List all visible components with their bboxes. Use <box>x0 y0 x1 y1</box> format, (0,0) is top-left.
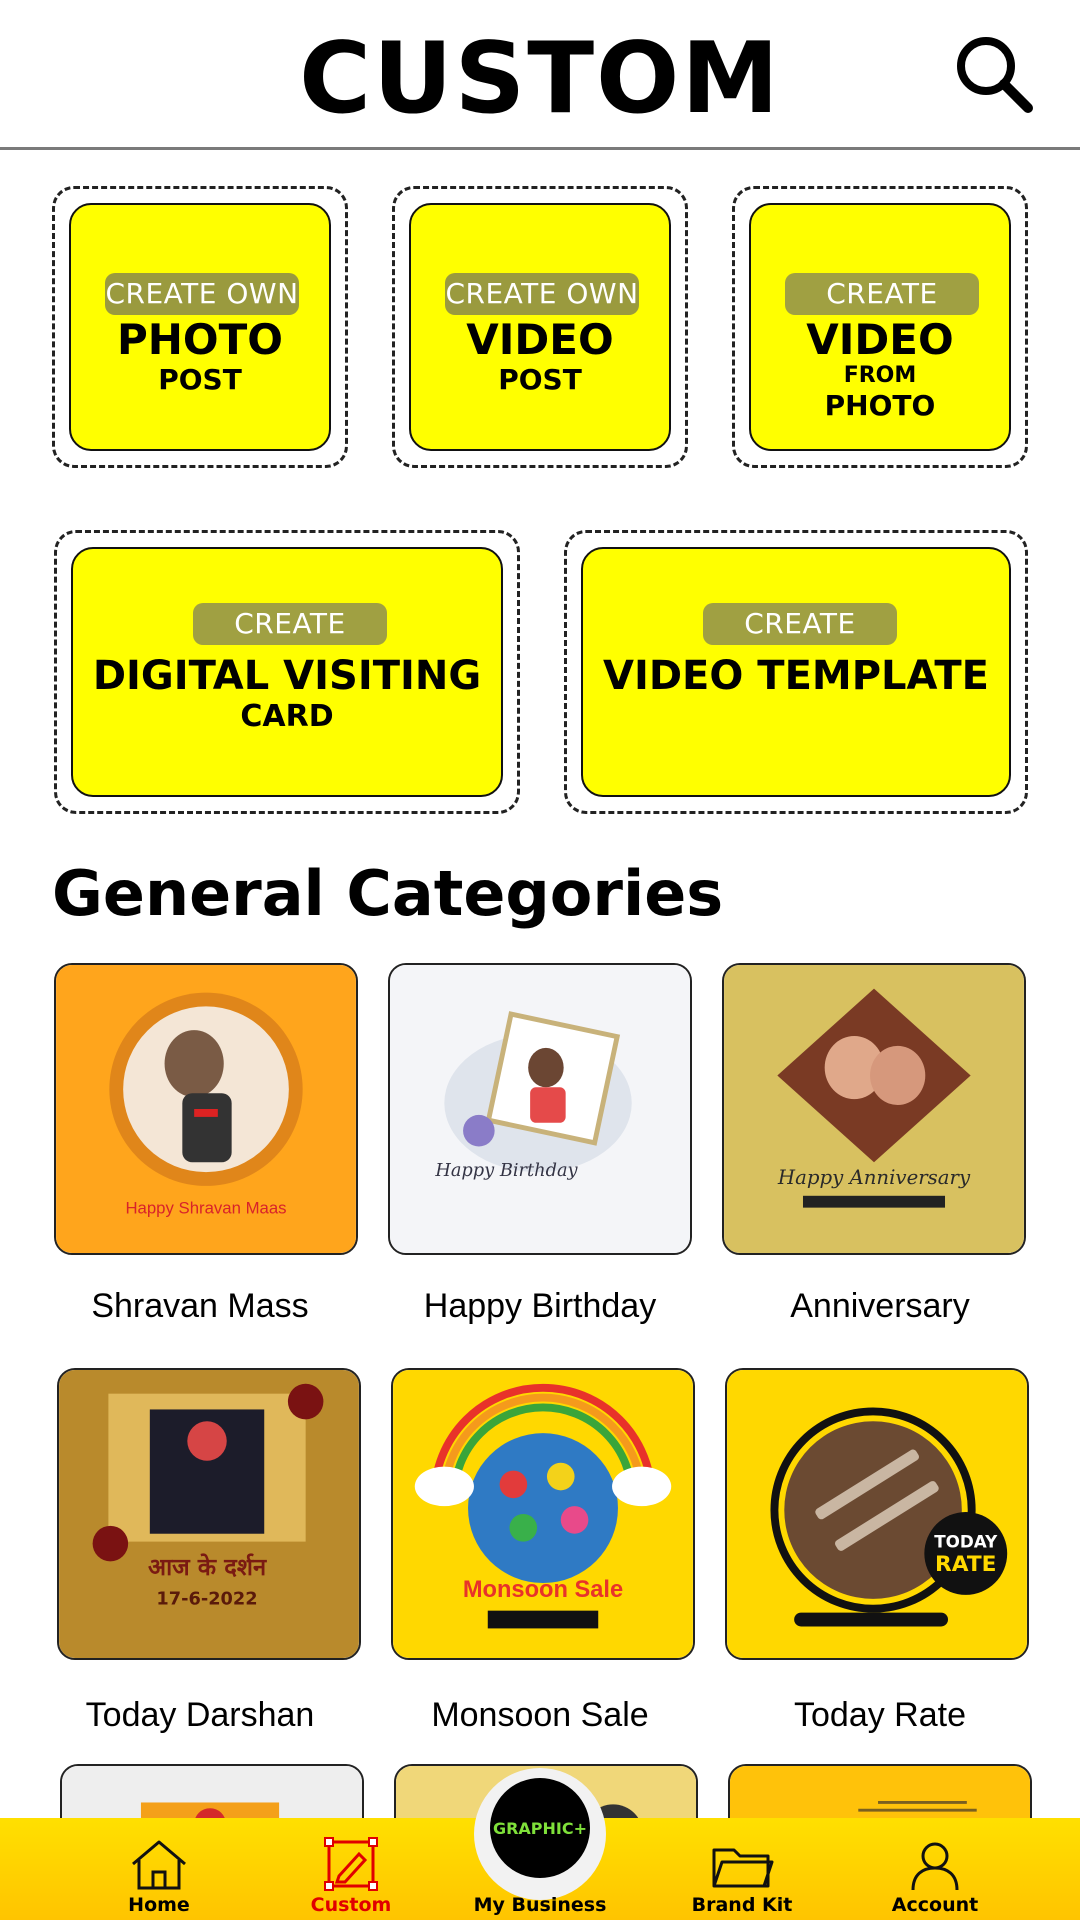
nav-label-my-business: My Business <box>473 1894 607 1916</box>
tile-pill: CREATE OWN <box>445 273 639 315</box>
category-card-monsoon[interactable]: Monsoon Sale <box>391 1368 695 1660</box>
today-rate-art-text-1: TODAY <box>934 1532 998 1552</box>
category-label: Anniversary <box>790 1287 970 1325</box>
monsoon-art-text: Monsoon Sale <box>463 1577 623 1603</box>
account-icon <box>911 1842 959 1891</box>
tile-pill: CREATE OWN <box>105 273 299 315</box>
tile-card: CREATE OWN VIDEO POST <box>409 203 671 451</box>
app-header: CUSTOM <box>0 0 1080 150</box>
tile-sub-text-photo: PHOTO <box>824 389 936 422</box>
nav-my-business[interactable]: My Business <box>465 1894 615 1916</box>
anniversary-thumbnail: Happy Anniversary <box>724 965 1024 1253</box>
create-video-post-tile[interactable]: CREATE OWN VIDEO POST <box>392 186 688 468</box>
monsoon-thumbnail: Monsoon Sale <box>393 1370 693 1658</box>
graphic-logo: GRAPHIC+ <box>490 1778 590 1878</box>
category-label: Happy Birthday <box>423 1287 657 1325</box>
today-rate-thumbnail: TODAY RATE <box>727 1370 1027 1658</box>
anniversary-art-text: Happy Anniversary <box>777 1166 971 1189</box>
tile-card: CREATE VIDEO TEMPLATE <box>581 547 1011 797</box>
category-card-anniversary[interactable]: Happy Anniversary <box>722 963 1026 1255</box>
tile-sub-text: CARD <box>240 699 334 734</box>
create-photo-post-tile[interactable]: CREATE OWN PHOTO POST <box>52 186 348 468</box>
tile-card: CREATE OWN PHOTO POST <box>69 203 331 451</box>
shravan-art-text: Happy Shravan Maas <box>125 1199 286 1218</box>
tile-main-text: VIDEO TEMPLATE <box>603 653 989 699</box>
page-title: CUSTOM <box>299 22 781 136</box>
today-rate-art-text-2: RATE <box>935 1552 996 1577</box>
tile-sub-text-from: FROM <box>843 363 917 388</box>
category-label: Today Darshan <box>85 1696 315 1734</box>
nav-home[interactable]: Home <box>84 1836 234 1916</box>
create-video-template-tile[interactable]: CREATE VIDEO TEMPLATE <box>564 530 1028 814</box>
tile-pill: CREATE <box>785 273 979 315</box>
tile-pill: CREATE <box>703 603 897 645</box>
nav-label-custom: Custom <box>310 1894 392 1916</box>
birthday-thumbnail: Happy Birthday <box>390 965 690 1253</box>
tile-sub-text: POST <box>158 363 242 396</box>
tile-main-text: VIDEO <box>806 315 954 364</box>
category-card-darshan[interactable]: आज के दर्शन 17-6-2022 <box>57 1368 361 1660</box>
my-business-logo-button[interactable]: GRAPHIC+ <box>474 1768 606 1900</box>
search-button[interactable] <box>950 30 1040 120</box>
nav-account[interactable]: Account <box>860 1836 1010 1916</box>
home-icon <box>132 1840 186 1890</box>
tile-main-text: VIDEO <box>466 315 614 364</box>
tile-pill: CREATE <box>193 603 387 645</box>
custom-pen-icon <box>324 1837 378 1891</box>
nav-label-home: Home <box>128 1894 190 1916</box>
tile-card: CREATE DIGITAL VISITING CARD <box>71 547 503 797</box>
darshan-thumbnail: आज के दर्शन 17-6-2022 <box>59 1370 359 1658</box>
category-label: Today Rate <box>794 1696 966 1734</box>
category-label: Monsoon Sale <box>431 1696 649 1734</box>
nav-custom[interactable]: Custom <box>276 1836 426 1916</box>
tile-main-text: PHOTO <box>117 315 283 364</box>
create-video-from-photo-tile[interactable]: CREATE VIDEO FROM PHOTO <box>732 186 1028 468</box>
tile-card: CREATE VIDEO FROM PHOTO <box>749 203 1011 451</box>
birthday-art-text: Happy Birthday <box>434 1161 578 1181</box>
tile-main-text: DIGITAL VISITING <box>92 653 482 699</box>
category-label: Shravan Mass <box>91 1287 309 1325</box>
nav-brand-kit[interactable]: Brand Kit <box>667 1836 817 1916</box>
nav-label-brand-kit: Brand Kit <box>691 1894 793 1916</box>
darshan-art-date: 17-6-2022 <box>156 1590 257 1610</box>
shravan-thumbnail: Happy Shravan Maas <box>56 965 356 1253</box>
nav-label-account: Account <box>891 1894 979 1916</box>
folder-icon <box>712 1848 774 1888</box>
section-title: General Categories <box>52 857 724 930</box>
graphic-logo-text: GRAPHIC+ <box>493 1819 587 1838</box>
category-card-birthday[interactable]: Happy Birthday <box>388 963 692 1255</box>
category-card-shravan[interactable]: Happy Shravan Maas <box>54 963 358 1255</box>
category-card-today-rate[interactable]: TODAY RATE <box>725 1368 1029 1660</box>
darshan-art-text: आज के दर्शन <box>148 1553 267 1581</box>
tile-sub-text: POST <box>498 363 582 396</box>
search-icon <box>957 37 1033 113</box>
create-digital-visiting-card-tile[interactable]: CREATE DIGITAL VISITING CARD <box>54 530 520 814</box>
